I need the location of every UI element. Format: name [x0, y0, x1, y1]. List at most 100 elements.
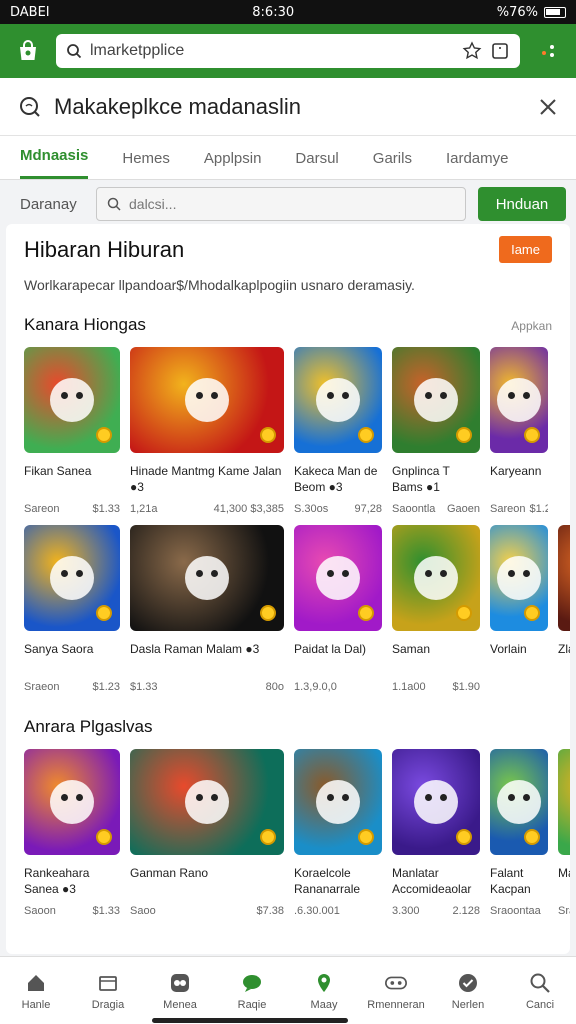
filter-button[interactable]: Hnduan	[478, 187, 566, 221]
product-card[interactable]: Sanya Saora Sraeon $1.23	[24, 525, 120, 695]
search-bar[interactable]: Makakeplkce madanaslin	[0, 78, 576, 136]
product-card[interactable]: Saman 1.1a00 $1.90	[392, 525, 480, 695]
status-carrier: DABEI	[10, 4, 50, 20]
game-thumbnail[interactable]	[558, 749, 570, 855]
product-price-row: 1.3,9.0,0	[294, 679, 382, 695]
bookmark-star-icon[interactable]	[462, 41, 482, 61]
nav-label: Hanle	[21, 998, 51, 1011]
product-name: Mankaiolaark	[558, 866, 570, 880]
nav-item-game[interactable]: Menea	[148, 971, 212, 1011]
product-card[interactable]: Koraelcole Rananarrale .6.30.001	[294, 749, 382, 919]
product-card[interactable]: Dasla Raman Malam ●3 $1.33 80o	[130, 525, 284, 695]
game-thumbnail[interactable]	[130, 347, 284, 453]
filter-placeholder: dalcsi...	[129, 196, 177, 212]
card-subtitle: Worlkarapecar llpandoar$/Mhodalkaplpogii…	[24, 277, 415, 293]
product-card[interactable]: Hinade Mantmg Kame Jalan ●3 1,21a 41,300 $…	[130, 347, 284, 517]
game-thumbnail[interactable]	[392, 525, 480, 631]
character-icon	[316, 556, 360, 600]
product-meta: Paidat la Dal) 1.3,9.0,0	[294, 641, 382, 695]
game-thumbnail[interactable]	[392, 749, 480, 855]
store-bag-icon[interactable]	[10, 33, 46, 69]
home-indicator	[152, 1018, 348, 1023]
game-thumbnail[interactable]	[490, 525, 548, 631]
tab-5[interactable]: Iardamye	[446, 150, 509, 179]
game-thumbnail[interactable]	[24, 347, 120, 453]
product-card[interactable]: Manlatar Accomideaolar 3.300 2.128	[392, 749, 480, 919]
chat-icon	[240, 971, 264, 995]
tab-1[interactable]: Hemes	[122, 150, 170, 179]
game-thumbnail[interactable]	[392, 347, 480, 453]
character-icon	[497, 556, 541, 600]
product-card[interactable]: Karyeann Sareon$1.23	[490, 347, 548, 517]
coin-icon	[358, 829, 374, 845]
product-price: $1.90	[452, 681, 480, 693]
product-price-row: 3.300 2.128	[392, 903, 480, 919]
menu-dots-icon[interactable]	[530, 43, 566, 59]
product-card[interactable]: Zlagak Sabaory 1,56	[558, 525, 570, 695]
tab-4[interactable]: Garils	[373, 150, 412, 179]
game-thumbnail[interactable]	[294, 525, 382, 631]
product-seller: Sraeon	[24, 681, 60, 693]
category-tabs: Mdnaasis Hemes Applpsin Darsul Garils Ia…	[0, 136, 576, 180]
nav-label: Dragia	[91, 998, 125, 1011]
product-seller: .6.30.001	[294, 905, 340, 917]
nav-item-chat[interactable]: Raqie	[220, 971, 284, 1011]
game-thumbnail[interactable]	[24, 749, 120, 855]
nav-item-map[interactable]: Maay	[292, 971, 356, 1011]
home-icon	[24, 971, 48, 995]
section-see-all-link[interactable]: Appkan	[511, 319, 552, 333]
game-thumbnail[interactable]	[294, 749, 382, 855]
game-thumbnail[interactable]	[130, 749, 284, 855]
product-meta: Falant Kacpan Sraoontaa	[490, 865, 548, 919]
product-meta: Ganman Rano Saoo $7.38	[130, 865, 284, 919]
game-thumbnail[interactable]	[490, 347, 548, 453]
search-query[interactable]: Makakeplkce madanaslin	[54, 94, 526, 120]
close-icon[interactable]	[538, 97, 558, 117]
nav-item-check[interactable]: Nerlen	[436, 971, 500, 1011]
product-name: Dasla Raman Malam ●3	[130, 642, 260, 656]
tab-3[interactable]: Darsul	[295, 150, 338, 179]
coin-icon	[524, 605, 540, 621]
catalog-card: Hibaran Hiburan Iame Worlkarapecar llpan…	[6, 224, 570, 954]
product-card[interactable]: Ganman Rano Saoo $7.38	[130, 749, 284, 919]
game-thumbnail[interactable]	[130, 525, 284, 631]
product-price: $1.23	[529, 503, 548, 515]
product-price-row: 1.1a00 $1.90	[392, 679, 480, 695]
tabs-icon[interactable]	[490, 41, 510, 61]
game-thumbnail[interactable]	[558, 525, 570, 631]
product-card[interactable]: Falant Kacpan Sraoontaa	[490, 749, 548, 919]
character-icon	[497, 780, 541, 824]
game-thumbnail[interactable]	[294, 347, 382, 453]
nav-item-home[interactable]: Hanle	[4, 971, 68, 1011]
product-seller: Saoontla	[392, 503, 436, 515]
filter-input[interactable]: dalcsi...	[96, 187, 466, 221]
product-card[interactable]: Vorlain	[490, 525, 548, 695]
coin-icon	[456, 605, 472, 621]
product-card[interactable]: Gnplinca T Bams ●1 Saoontla Gaoen	[392, 347, 480, 517]
product-price: $1.23	[92, 681, 120, 693]
product-card[interactable]: Mankaiolaark Sraeon$1.23	[558, 749, 570, 919]
product-meta: Manlatar Accomideaolar 3.300 2.128	[392, 865, 480, 919]
card-title: Hibaran Hiburan	[24, 236, 185, 262]
game-thumbnail[interactable]	[490, 749, 548, 855]
nav-item-search[interactable]: Canci	[508, 971, 572, 1011]
product-card[interactable]: Fikan Sanea Sareon $1.33	[24, 347, 120, 517]
character-icon	[497, 378, 541, 422]
product-card[interactable]: Kakeca Man de Beom ●3 S.30os 97,28	[294, 347, 382, 517]
character-icon	[316, 780, 360, 824]
tab-2[interactable]: Applpsin	[204, 150, 262, 179]
coin-icon	[524, 829, 540, 845]
url-bar[interactable]: lmarketpplice	[56, 34, 520, 68]
tab-0[interactable]: Mdnaasis	[20, 147, 89, 179]
nav-item-folder[interactable]: Dragia	[76, 971, 140, 1011]
product-name: Fikan Sanea	[24, 464, 92, 478]
nav-item-controller[interactable]: Rmenneran	[364, 971, 428, 1011]
check-icon	[456, 971, 480, 995]
folder-icon	[96, 971, 120, 995]
product-price-row: Sraeon $1.23	[24, 679, 120, 695]
product-name: Koraelcole Rananarrale	[294, 866, 361, 896]
status-badge[interactable]: Iame	[499, 236, 552, 263]
product-card[interactable]: Paidat la Dal) 1.3,9.0,0	[294, 525, 382, 695]
game-thumbnail[interactable]	[24, 525, 120, 631]
product-card[interactable]: Rankeahara Sanea ●3 Saoon $1.33	[24, 749, 120, 919]
